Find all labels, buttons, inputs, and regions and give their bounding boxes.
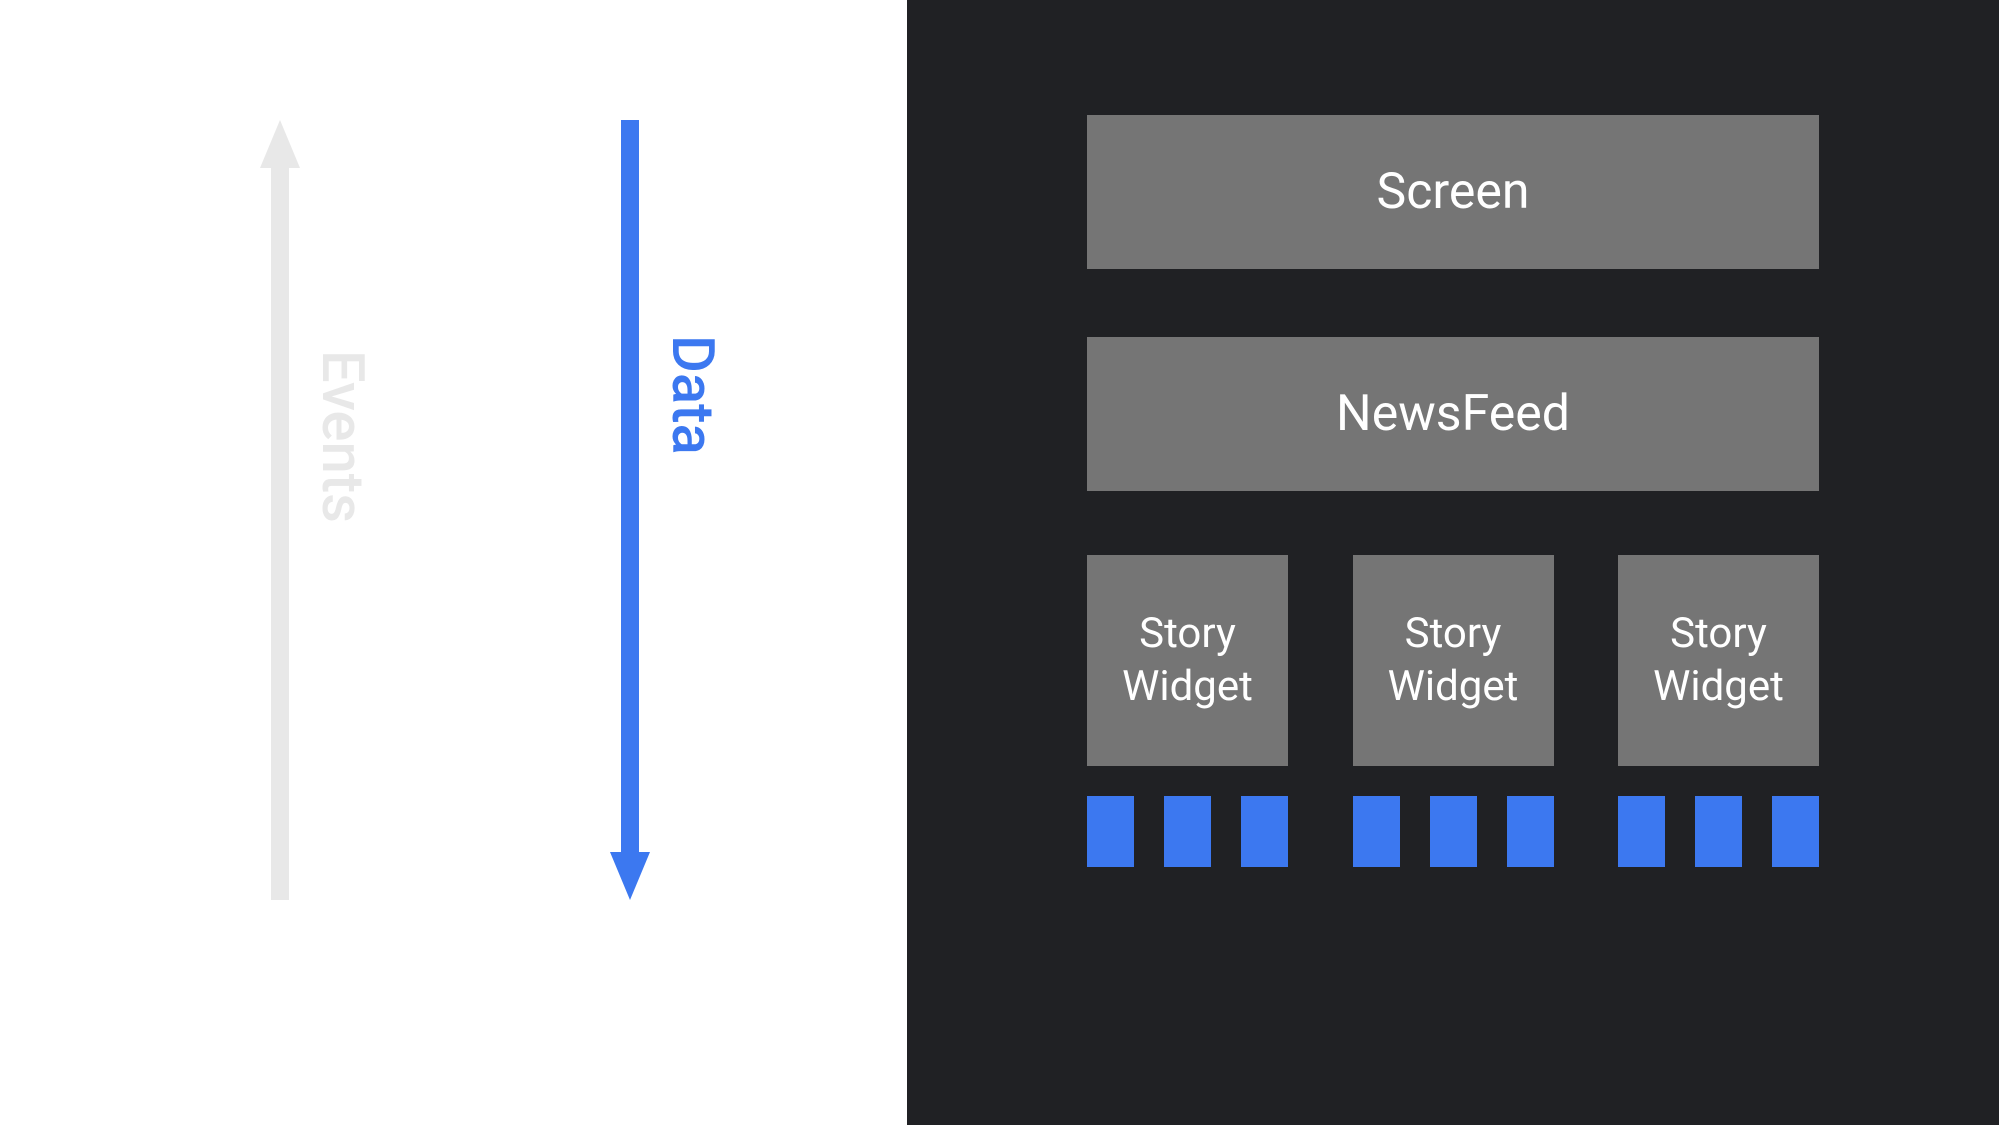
- chip: [1241, 796, 1288, 867]
- widget-row: Story Widget Story Widget Story Widget: [1087, 555, 1819, 766]
- arrow-down-icon: [610, 120, 650, 900]
- chip: [1164, 796, 1211, 867]
- widget-label-line: Story: [1405, 608, 1502, 661]
- chip: [1430, 796, 1477, 867]
- right-panel: Screen NewsFeed Story Widget Story Widge…: [907, 0, 1999, 1125]
- chip: [1618, 796, 1665, 867]
- events-label: Events: [308, 350, 376, 523]
- newsfeed-box: NewsFeed: [1087, 337, 1819, 491]
- widget-label-line: Widget: [1122, 661, 1253, 714]
- data-label: Data: [658, 335, 726, 455]
- widget-label-line: Story: [1670, 608, 1767, 661]
- data-arrow: Data: [610, 120, 650, 900]
- left-panel: Events Data: [0, 0, 907, 1125]
- story-widget-box: Story Widget: [1618, 555, 1819, 766]
- story-widget-box: Story Widget: [1087, 555, 1288, 766]
- events-arrow: Events: [260, 120, 300, 900]
- story-widget-box: Story Widget: [1353, 555, 1554, 766]
- chips-row: [1087, 796, 1819, 867]
- screen-box: Screen: [1087, 115, 1819, 269]
- arrow-up-icon: [260, 120, 300, 900]
- chip: [1695, 796, 1742, 867]
- chip: [1353, 796, 1400, 867]
- chip-group: [1087, 796, 1288, 867]
- chip: [1772, 796, 1819, 867]
- widget-label-line: Story: [1139, 608, 1236, 661]
- widget-label-line: Widget: [1653, 661, 1784, 714]
- chip-group: [1353, 796, 1554, 867]
- widget-label-line: Widget: [1388, 661, 1519, 714]
- chip-group: [1618, 796, 1819, 867]
- chip: [1507, 796, 1554, 867]
- chip: [1087, 796, 1134, 867]
